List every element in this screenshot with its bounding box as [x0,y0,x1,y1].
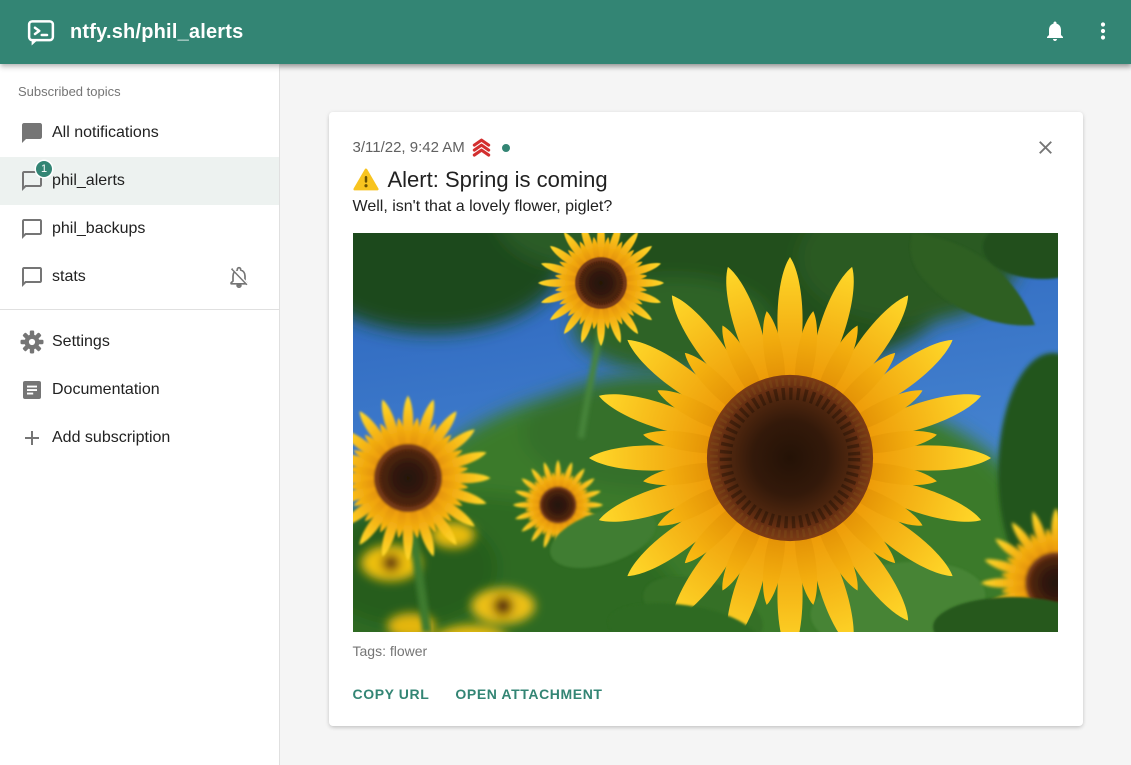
article-icon [20,378,44,402]
subscribed-topics-label: Subscribed topics [0,84,279,109]
app-bar: ntfy.sh/phil_alerts [0,0,1131,64]
chat-outline-icon [20,265,44,289]
notification-card: 3/11/22, 9:42 AM [329,112,1083,726]
sidebar-item-add-subscription[interactable]: Add subscription [0,414,279,462]
sidebar-item-all-notifications[interactable]: All notifications [0,109,279,157]
sidebar-item-phil-backups[interactable]: phil_backups [0,205,279,253]
sidebar-item-label: phil_backups [52,220,145,238]
notification-title: Alert: Spring is coming [388,167,608,193]
notification-title-row: Alert: Spring is coming [353,167,1059,193]
copy-url-button[interactable]: COPY URL [353,684,430,704]
sidebar-item-label: stats [52,268,86,286]
gear-icon [20,330,44,354]
overflow-menu-button[interactable] [1079,8,1127,56]
app-title: ntfy.sh/phil_alerts [70,21,1031,44]
plus-icon [20,426,44,450]
notifications-button[interactable] [1031,8,1079,56]
sidebar-item-settings[interactable]: Settings [0,318,279,366]
unread-indicator-dot [502,144,510,152]
kebab-menu-icon [1091,19,1115,46]
close-notification-button[interactable] [1033,136,1059,162]
sidebar: Subscribed topics All notifications 1 ph… [0,64,280,765]
main-content: 3/11/22, 9:42 AM [280,64,1131,765]
sidebar-divider [0,309,279,310]
open-attachment-button[interactable]: OPEN ATTACHMENT [455,684,602,704]
priority-max-icon [470,136,493,159]
tags-text: Tags: flower [353,643,1059,659]
chat-outline-icon [20,217,44,241]
sidebar-item-label: All notifications [52,124,159,142]
sidebar-item-documentation[interactable]: Documentation [0,366,279,414]
bell-icon [1043,19,1067,46]
sidebar-item-label: Add subscription [52,429,170,447]
attachment-image-sunflowers[interactable] [353,233,1058,632]
sidebar-item-label: Settings [52,333,110,351]
warning-triangle-icon [353,167,379,193]
close-icon [1034,147,1057,162]
sidebar-item-label: phil_alerts [52,172,125,190]
sidebar-item-stats[interactable]: stats [0,253,279,301]
timestamp: 3/11/22, 9:42 AM [353,139,465,156]
chat-outline-icon: 1 [20,169,44,193]
sidebar-item-label: Documentation [52,381,160,399]
chat-filled-icon [20,121,44,145]
sidebar-item-phil-alerts[interactable]: 1 phil_alerts [0,157,279,205]
unread-count-badge: 1 [36,161,52,177]
bell-off-icon [227,265,251,289]
app-logo-terminal-chat-icon [26,17,56,47]
notification-message: Well, isn't that a lovely flower, piglet… [353,198,1059,216]
